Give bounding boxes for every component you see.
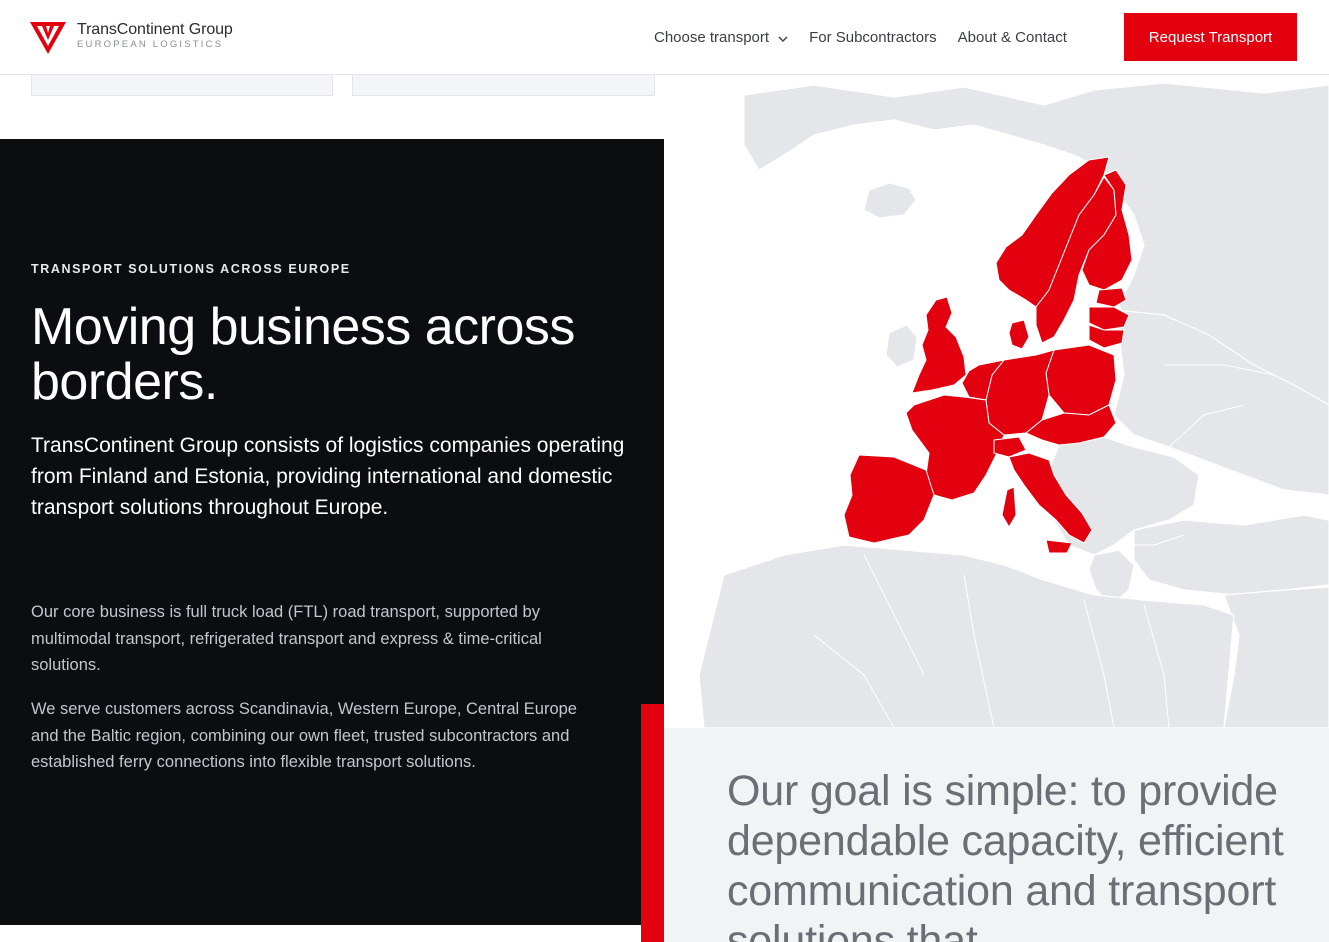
hero-panel — [0, 139, 664, 925]
hero-headline: Moving business across borders. — [31, 298, 575, 411]
goal-statement: Our goal is simple: to provide dependabl… — [727, 767, 1284, 942]
site-header: TransContinent Group EUROPEAN LOGISTICS … — [0, 0, 1329, 75]
logo-icon — [30, 22, 66, 54]
nav-item-for-subcontractors[interactable]: For Subcontractors — [809, 29, 937, 46]
hero-paragraph-customers: We serve customers across Scandinavia, W… — [31, 700, 577, 771]
card-stub — [31, 75, 333, 96]
card-stub — [352, 75, 655, 96]
europe-coverage-map — [698, 82, 1329, 728]
hero-lead: TransContinent Group consists of logisti… — [31, 434, 625, 519]
accent-bar — [641, 704, 664, 942]
nav-item-choose-transport[interactable]: Choose transport — [654, 29, 788, 46]
main-nav: Choose transport For Subcontractors Abou… — [654, 0, 1088, 75]
nav-item-about-contact[interactable]: About & Contact — [958, 29, 1067, 46]
brand-logo[interactable]: TransContinent Group EUROPEAN LOGISTICS — [30, 20, 233, 54]
brand-tagline: EUROPEAN LOGISTICS — [77, 39, 224, 50]
brand-name: TransContinent Group — [77, 21, 233, 38]
nav-item-label: Choose transport — [654, 29, 770, 46]
hero-eyebrow: TRANSPORT SOLUTIONS ACROSS EUROPE — [31, 262, 351, 276]
chevron-down-icon — [778, 36, 788, 42]
logo-wordmark: TransContinent Group EUROPEAN LOGISTICS — [77, 21, 233, 51]
goal-section: Our goal is simple: to provide dependabl… — [664, 728, 1329, 942]
hero-paragraph-core-business: Our core business is full truck load (FT… — [31, 603, 542, 674]
request-transport-button[interactable]: Request Transport — [1124, 13, 1297, 61]
nav-item-label: For Subcontractors — [809, 29, 937, 46]
nav-item-label: About & Contact — [957, 29, 1067, 46]
europe-map — [664, 75, 1329, 728]
